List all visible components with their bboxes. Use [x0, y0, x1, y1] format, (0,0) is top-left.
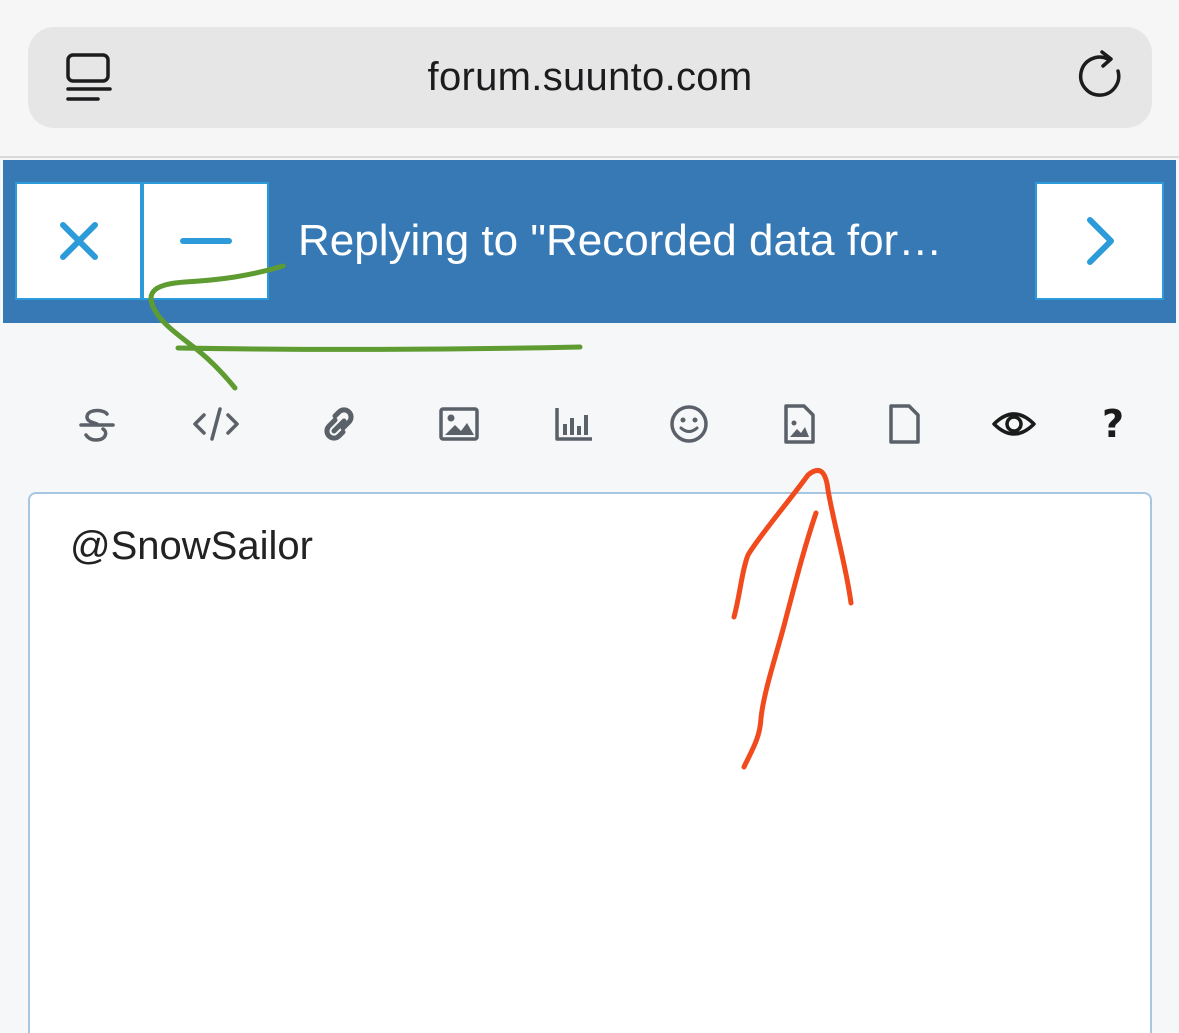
chart-button[interactable]	[544, 398, 604, 450]
reload-icon[interactable]	[1074, 49, 1130, 105]
preview-eye-icon	[992, 412, 1036, 436]
image-icon	[439, 407, 479, 441]
url-text[interactable]: forum.suunto.com	[28, 55, 1152, 100]
help-icon: ?	[1101, 402, 1125, 446]
preview-toggle-button[interactable]	[984, 398, 1044, 450]
help-button[interactable]: ?	[1083, 398, 1143, 450]
code-button[interactable]	[186, 398, 246, 450]
editor-content: @SnowSailor	[70, 524, 313, 568]
browser-address-area: forum.suunto.com	[0, 0, 1179, 158]
emoji-button[interactable]	[659, 398, 719, 450]
chevron-right-icon	[1086, 217, 1114, 265]
link-button[interactable]	[309, 398, 369, 450]
link-icon	[324, 407, 354, 441]
chart-icon	[555, 408, 592, 441]
file-icon	[889, 404, 920, 444]
image-file-icon	[784, 404, 815, 444]
reply-textarea[interactable]: @SnowSailor	[28, 492, 1152, 1033]
image-button[interactable]	[429, 398, 489, 450]
composer-title: Replying to "Recorded data for…	[298, 216, 943, 265]
close-composer-button[interactable]	[15, 182, 142, 300]
upload-image-file-button[interactable]	[769, 398, 829, 450]
emoji-icon	[670, 405, 708, 443]
strikethrough-icon	[79, 408, 115, 442]
minimize-composer-button[interactable]	[142, 182, 269, 300]
composer-header: Replying to "Recorded data for…	[3, 160, 1176, 323]
minimize-icon	[179, 238, 232, 244]
code-icon	[193, 407, 239, 441]
strikethrough-button[interactable]	[67, 398, 127, 450]
submit-reply-button[interactable]	[1035, 182, 1164, 300]
address-bar[interactable]: forum.suunto.com	[28, 27, 1152, 128]
close-icon	[59, 222, 98, 260]
upload-file-button[interactable]	[874, 398, 934, 450]
